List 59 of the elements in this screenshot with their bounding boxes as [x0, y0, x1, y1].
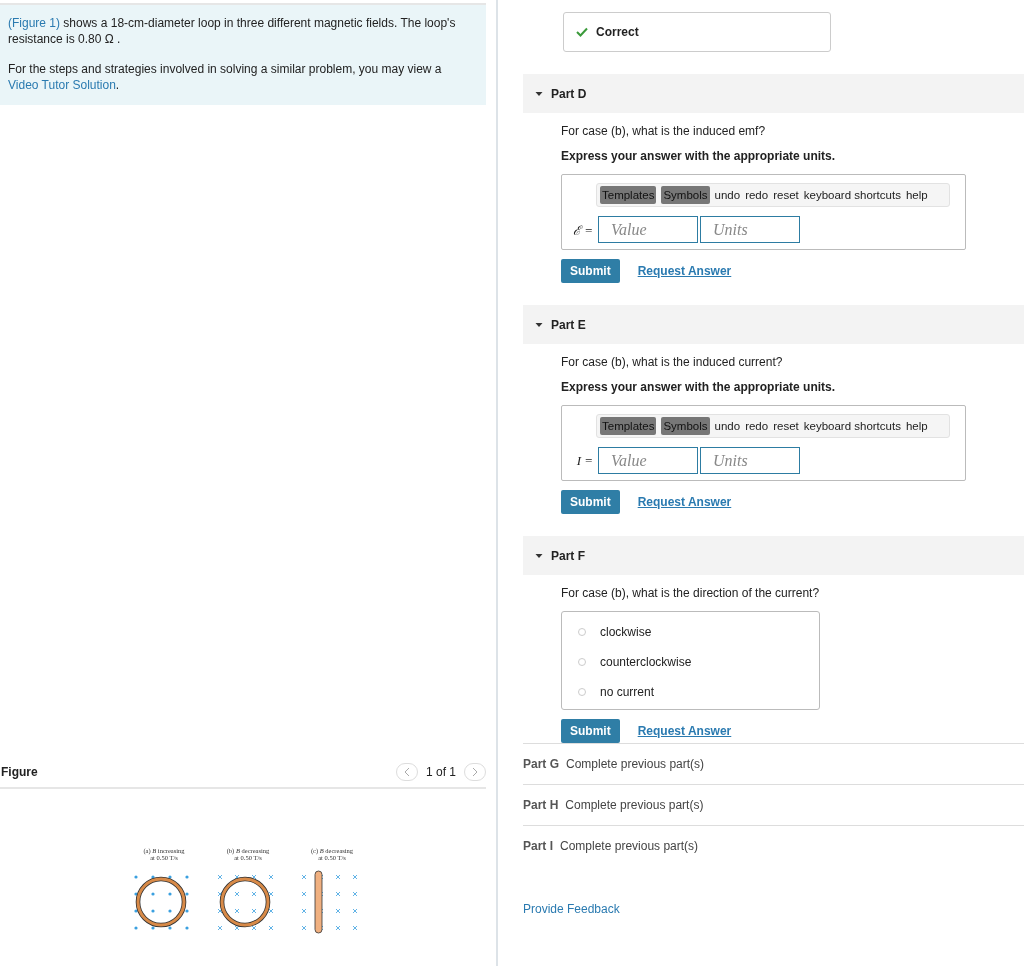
toolbar-link[interactable]: keyboard shortcuts	[803, 189, 901, 201]
value-field[interactable]: Value	[598, 447, 698, 474]
submit-button[interactable]: Submit	[561, 490, 620, 514]
caret-icon	[535, 552, 543, 559]
video-link[interactable]: Video Tutor Solution	[8, 78, 116, 92]
feedback-link[interactable]: Provide Feedback	[523, 902, 1024, 916]
page-count: 1 of 1	[425, 765, 456, 779]
part-title: Part I	[523, 839, 553, 853]
request-answer-link[interactable]: Request Answer	[637, 495, 732, 509]
problem-text: (Figure 1) shows a 18-cm-diameter loop in three different magnetic fields. The loop's resistance is 0.80 Ω .	[8, 15, 457, 47]
part-title: Part H	[523, 798, 559, 812]
toolbar-link[interactable]: redo	[745, 189, 769, 201]
question-text: For case (b), what is the induced emf?	[561, 124, 767, 138]
toolbar-link[interactable]: reset	[773, 189, 799, 201]
status-text: Correct	[596, 25, 639, 39]
toolbar-button[interactable]: Templates	[600, 417, 657, 435]
value-field[interactable]: Value	[598, 216, 698, 243]
variable-label: ℰ =	[571, 221, 594, 239]
part-header[interactable]: Part E	[523, 305, 1024, 344]
instruction-text: Express your answer with the appropriate units.	[561, 380, 837, 394]
units-field[interactable]: Units	[700, 216, 800, 243]
caret-icon	[535, 90, 543, 97]
toolbar-link[interactable]: help	[905, 189, 928, 201]
toolbar-button[interactable]: Templates	[600, 186, 657, 204]
toolbar-link[interactable]: redo	[745, 420, 769, 432]
toolbar-link[interactable]: undo	[714, 189, 741, 201]
part-title: Part E	[551, 317, 586, 332]
part-header[interactable]: Part D	[523, 74, 1024, 113]
units-field[interactable]: Units	[700, 447, 800, 474]
instruction-text: Express your answer with the appropriate units.	[561, 149, 837, 163]
figure-link[interactable]: (Figure 1)	[8, 16, 60, 30]
part-title: Part D	[551, 86, 587, 101]
figure-title: Figure	[1, 765, 38, 779]
part-title: Part G	[523, 757, 559, 771]
part-header[interactable]: Part F	[523, 536, 1024, 575]
option-label: counterclockwise	[600, 655, 692, 669]
toolbar-button[interactable]: Symbols	[661, 417, 710, 435]
toolbar-link[interactable]: keyboard shortcuts	[803, 420, 901, 432]
request-answer-link[interactable]: Request Answer	[637, 724, 732, 738]
chevron-right-icon	[471, 767, 479, 777]
option-label: clockwise	[600, 625, 652, 639]
part-title: Part F	[551, 548, 585, 563]
chevron-left-icon	[402, 767, 411, 777]
submit-button[interactable]: Submit	[561, 259, 620, 283]
submit-button[interactable]: Submit	[561, 719, 620, 743]
option-label: no current	[600, 685, 655, 699]
strategy-text: For the steps and strategies involved in solving a similar problem, you may view a Video Tutor Solution.	[8, 61, 443, 93]
question-text: For case (b), what is the induced current?	[561, 355, 784, 369]
request-answer-link[interactable]: Request Answer	[637, 264, 732, 278]
toolbar-link[interactable]: undo	[714, 420, 741, 432]
variable-label: I =	[575, 452, 594, 469]
part-status: Complete previous part(s)	[566, 757, 705, 771]
toolbar-link[interactable]: reset	[773, 420, 799, 432]
part-status: Complete previous part(s)	[565, 798, 704, 812]
question-text: For case (b), what is the direction of the current?	[561, 586, 821, 600]
caret-icon	[535, 321, 543, 328]
part-status: Complete previous part(s)	[560, 839, 699, 853]
toolbar-button[interactable]: Symbols	[661, 186, 710, 204]
toolbar-link[interactable]: help	[905, 420, 928, 432]
